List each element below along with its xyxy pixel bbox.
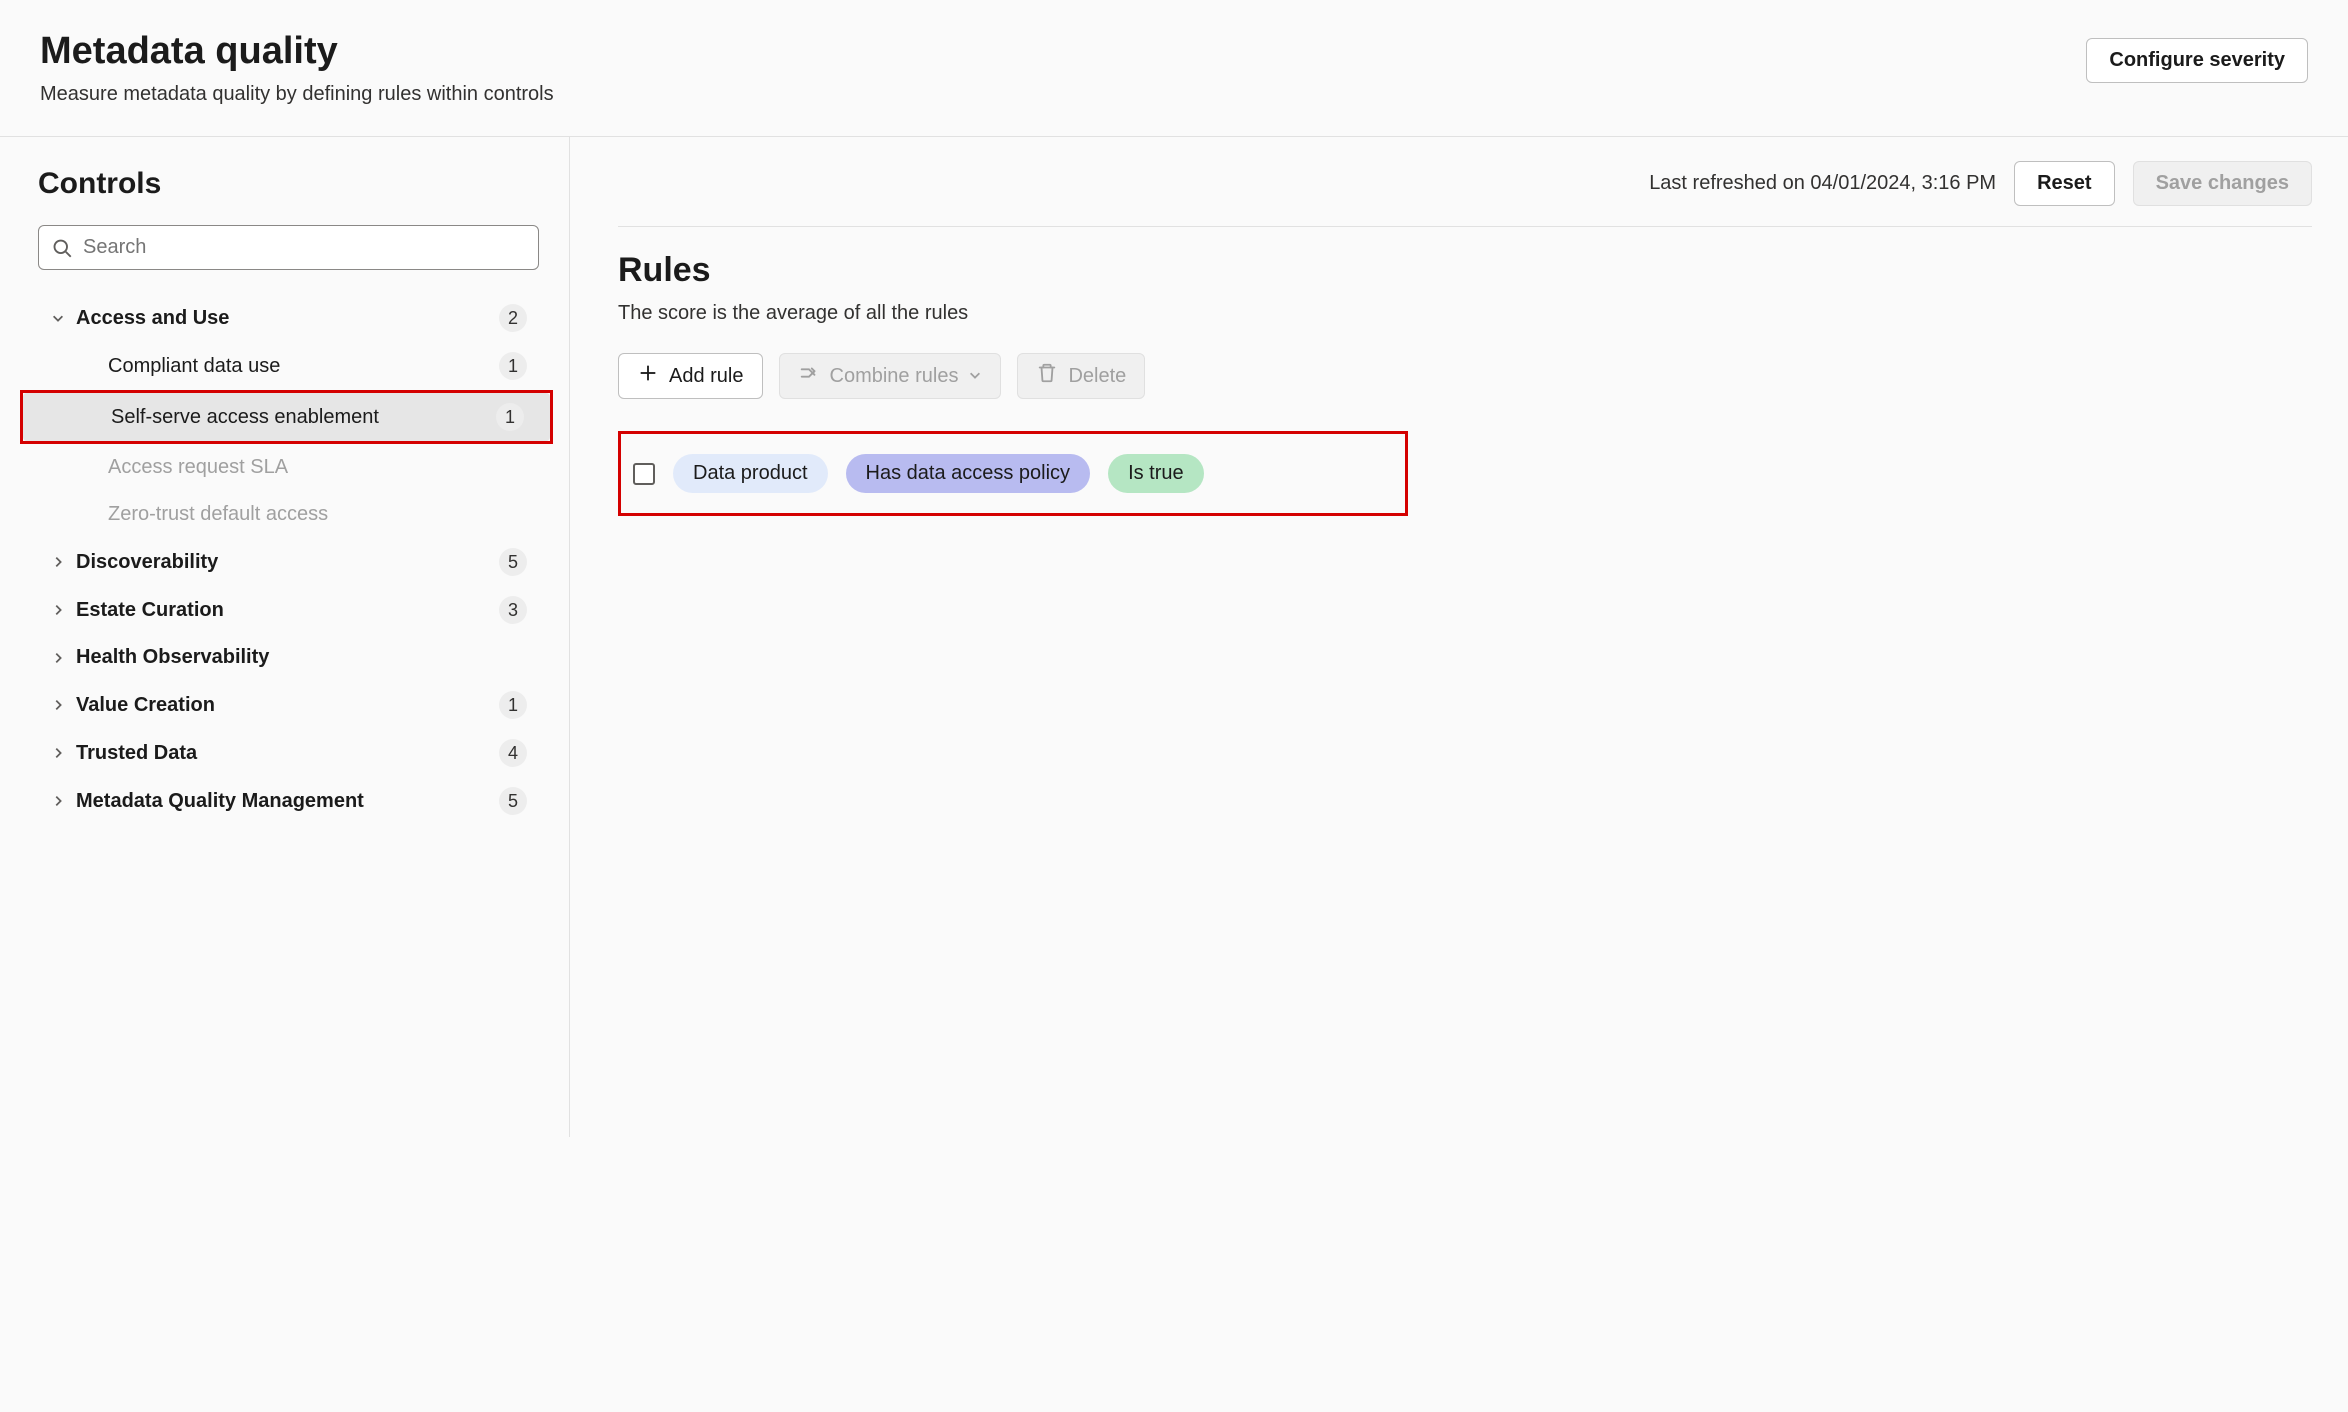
page-subtitle: Measure metadata quality by defining rul… [40, 83, 554, 106]
tree-item[interactable]: Estate Curation 3 [38, 586, 539, 634]
highlight-box: Data product Has data access policy Is tru… [618, 431, 1408, 516]
combine-icon [798, 362, 820, 390]
add-rule-button[interactable]: Add rule [618, 353, 763, 399]
reset-label: Reset [2037, 172, 2091, 195]
tree-item-label: Access request SLA [108, 454, 527, 481]
combine-rules-button[interactable]: Combine rules [779, 353, 1002, 399]
count-badge: 5 [499, 548, 527, 576]
page-title: Metadata quality [40, 30, 554, 73]
delete-label: Delete [1068, 365, 1126, 388]
save-changes-label: Save changes [2156, 172, 2289, 195]
rules-desc: The score is the average of all the rule… [618, 302, 2312, 325]
tree-item[interactable]: Discoverability 5 [38, 538, 539, 586]
reset-button[interactable]: Reset [2014, 161, 2114, 206]
chevron-right-icon[interactable] [50, 554, 66, 570]
delete-button[interactable]: Delete [1017, 353, 1145, 399]
count-badge: 2 [499, 304, 527, 332]
plus-icon [637, 362, 659, 390]
rules-heading: Rules [618, 251, 2312, 290]
save-changes-button[interactable]: Save changes [2133, 161, 2312, 206]
last-refreshed: Last refreshed on 04/01/2024, 3:16 PM [1649, 172, 1996, 195]
count-badge: 4 [499, 739, 527, 767]
chevron-down-icon[interactable] [50, 310, 66, 326]
tree-item-label: Value Creation [76, 692, 489, 719]
count-badge: 1 [499, 352, 527, 380]
rule-pill: Has data access policy [846, 454, 1091, 493]
page-root: Metadata quality Measure metadata qualit… [0, 0, 2348, 1412]
top-bar: Last refreshed on 04/01/2024, 3:16 PM Re… [618, 161, 2312, 227]
tree-item-label: Self-serve access enablement [111, 404, 486, 431]
configure-severity-button[interactable]: Configure severity [2086, 38, 2308, 83]
tree-item-label: Estate Curation [76, 597, 489, 624]
tree-item[interactable]: Self-serve access enablement 1 [23, 393, 550, 441]
chevron-right-icon[interactable] [50, 697, 66, 713]
tree-item-label: Zero-trust default access [108, 501, 527, 528]
tree-item-label: Compliant data use [108, 353, 489, 380]
rule-pill: Is true [1108, 454, 1204, 493]
count-badge: 5 [499, 787, 527, 815]
tree-item-label: Metadata Quality Management [76, 788, 489, 815]
tree-item: Access request SLA [38, 444, 539, 491]
rule-checkbox[interactable] [633, 463, 655, 485]
tree-item[interactable]: Access and Use 2 [38, 294, 539, 342]
rule-row[interactable]: Data product Has data access policy Is tru… [627, 440, 1399, 507]
tree-item-label: Health Observability [76, 644, 527, 671]
add-rule-label: Add rule [669, 365, 744, 388]
chevron-right-icon[interactable] [50, 793, 66, 809]
chevron-down-icon [968, 365, 982, 388]
chevron-right-icon[interactable] [50, 650, 66, 666]
tree-item[interactable]: Trusted Data 4 [38, 729, 539, 777]
tree-item-label: Access and Use [76, 305, 489, 332]
chevron-right-icon[interactable] [50, 602, 66, 618]
count-badge: 3 [499, 596, 527, 624]
count-badge: 1 [499, 691, 527, 719]
tree-item-label: Trusted Data [76, 740, 489, 767]
page-body: Controls Access and Use 2 Compliant data u… [0, 137, 2348, 1137]
sidebar-title: Controls [38, 167, 539, 201]
configure-severity-label: Configure severity [2109, 49, 2285, 72]
chevron-right-icon[interactable] [50, 745, 66, 761]
highlight-box: Self-serve access enablement 1 [20, 390, 553, 444]
controls-tree: Access and Use 2 Compliant data use 1 Self-s… [38, 294, 539, 825]
combine-rules-label: Combine rules [830, 365, 959, 388]
rule-pill: Data product [673, 454, 828, 493]
tree-item[interactable]: Metadata Quality Management 5 [38, 777, 539, 825]
tree-item[interactable]: Health Observability [38, 634, 539, 681]
search-icon [52, 238, 72, 258]
rules-toolbar: Add rule Combine rules [618, 353, 2312, 399]
search-wrap [38, 225, 539, 270]
sidebar: Controls Access and Use 2 Compliant data u… [0, 137, 570, 1137]
page-header: Metadata quality Measure metadata qualit… [0, 0, 2348, 137]
header-left: Metadata quality Measure metadata qualit… [40, 30, 554, 106]
search-input[interactable] [38, 225, 539, 270]
tree-item[interactable]: Compliant data use 1 [38, 342, 539, 390]
main-panel: Last refreshed on 04/01/2024, 3:16 PM Re… [570, 137, 2348, 1137]
tree-item-label: Discoverability [76, 549, 489, 576]
trash-icon [1036, 362, 1058, 390]
rule-list: Data product Has data access policy Is tru… [618, 431, 2312, 516]
count-badge: 1 [496, 403, 524, 431]
tree-item[interactable]: Value Creation 1 [38, 681, 539, 729]
tree-item: Zero-trust default access [38, 491, 539, 538]
